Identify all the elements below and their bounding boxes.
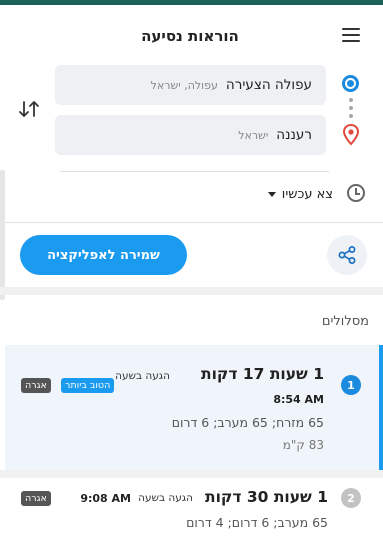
route-roads: 65 מזרח; 65 מערב; 6 דרום bbox=[171, 415, 324, 430]
header: הוראות נסיעה bbox=[0, 5, 383, 57]
arrival-label: הגעה בשעה bbox=[115, 370, 170, 382]
origin-detail: עפולה, ישראל bbox=[150, 78, 218, 92]
section-separator bbox=[0, 287, 383, 295]
arrival-label: הגעה בשעה bbox=[138, 492, 193, 504]
departure-time-select[interactable]: צא עכשיו bbox=[258, 184, 333, 204]
destination-detail: ישראל bbox=[238, 128, 269, 142]
page-title: הוראות נסיעה bbox=[141, 27, 239, 45]
divider bbox=[0, 222, 383, 223]
destination-pin-icon bbox=[343, 124, 359, 146]
route-option-2[interactable]: 2 1 שעות 30 דקות הגעה בשעה 9:08 AM אגרה … bbox=[5, 478, 383, 541]
origin-pin-icon bbox=[342, 75, 359, 92]
route-option-1[interactable]: 1 1 שעות 17 דקות הגעה בשעה הטוב ביותר אג… bbox=[5, 345, 383, 470]
route-number-badge: 1 bbox=[341, 375, 361, 395]
swap-direction-icon[interactable] bbox=[16, 96, 42, 122]
origin-field[interactable]: עפולה הצעירה עפולה, ישראל bbox=[55, 65, 326, 105]
scrollbar[interactable] bbox=[0, 170, 5, 300]
route-roads: 65 מערב; 6 דרום; 4 דרום bbox=[186, 515, 328, 530]
clock-icon bbox=[347, 184, 365, 202]
route-duration: 1 שעות 17 דקות bbox=[201, 365, 324, 383]
route-dots-icon bbox=[349, 98, 353, 122]
toll-badge: אגרה bbox=[21, 378, 51, 393]
share-icon bbox=[338, 246, 356, 264]
best-route-badge: הטוב ביותר bbox=[61, 378, 115, 393]
caret-down-icon bbox=[267, 191, 276, 197]
arrival-time: 8:54 AM bbox=[273, 393, 324, 406]
share-button[interactable] bbox=[327, 235, 367, 275]
origin-name: עפולה הצעירה bbox=[225, 77, 312, 93]
routes-heading: מסלולים bbox=[321, 314, 369, 329]
menu-icon[interactable] bbox=[342, 28, 360, 42]
save-to-app-button[interactable]: שמירה לאפליקציה bbox=[20, 235, 187, 275]
departure-time-label: צא עכשיו bbox=[281, 186, 333, 202]
destination-name: רעננה bbox=[276, 127, 312, 143]
route-duration: 1 שעות 30 דקות bbox=[205, 488, 328, 506]
arrival-time: 9:08 AM bbox=[80, 492, 131, 505]
toll-badge: אגרה bbox=[21, 491, 51, 506]
divider bbox=[60, 171, 329, 172]
route-separator bbox=[0, 470, 383, 478]
route-distance: 83 ק"מ bbox=[282, 438, 324, 452]
destination-field[interactable]: רעננה ישראל bbox=[55, 115, 326, 155]
route-number-badge: 2 bbox=[341, 488, 361, 508]
